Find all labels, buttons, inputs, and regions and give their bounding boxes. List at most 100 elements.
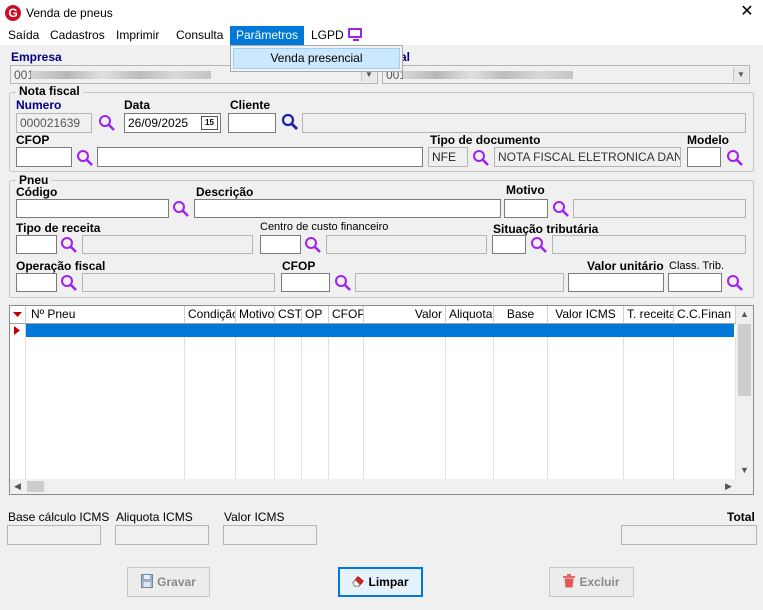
grid-col-line <box>494 337 548 479</box>
data-value: 26/09/2025 <box>128 116 189 130</box>
grid-col-t-receita[interactable]: T. receita <box>624 306 674 324</box>
grid-col-valor-icms[interactable]: Valor ICMS <box>548 306 624 324</box>
sort-down-icon[interactable] <box>10 306 26 323</box>
modelo-field[interactable] <box>687 147 721 167</box>
codigo-field[interactable] <box>16 199 169 218</box>
menu-cadastros[interactable]: Cadastros <box>44 26 111 45</box>
base-calculo-field <box>7 525 101 545</box>
search-icon[interactable] <box>60 236 78 254</box>
grid-col-n-pneu[interactable]: Nº Pneu <box>26 306 185 324</box>
search-icon[interactable] <box>334 274 352 292</box>
menu-lgpd[interactable]: LGPD <box>305 26 350 45</box>
grid-col-line <box>26 337 185 479</box>
situacao-tributaria-field[interactable] <box>492 235 526 254</box>
horizontal-scrollbar[interactable]: ◀ ▶ <box>10 479 753 494</box>
trash-icon <box>563 574 576 588</box>
scroll-up-icon[interactable]: ▲ <box>736 306 753 323</box>
redacted-text <box>31 71 211 79</box>
search-icon[interactable] <box>60 274 78 292</box>
cliente-label: Cliente <box>230 98 271 112</box>
nota-fiscal-legend: Nota fiscal <box>16 84 83 98</box>
horizontal-scroll-thumb[interactable] <box>27 481 44 492</box>
filial-combo[interactable]: 001 ▼ <box>382 65 750 84</box>
codigo-label: Código <box>16 185 58 199</box>
descricao-label: Descrição <box>196 185 254 199</box>
items-grid[interactable]: Nº Pneu Condição Motivo CST OP CFOP Valo… <box>9 305 754 495</box>
scroll-down-icon[interactable]: ▼ <box>736 462 753 479</box>
cliente-code-field[interactable] <box>228 113 276 133</box>
search-icon[interactable] <box>304 236 322 254</box>
cfop-desc-field[interactable] <box>97 147 423 167</box>
search-icon[interactable] <box>530 236 548 254</box>
data-field[interactable]: 26/09/2025 15 <box>124 113 221 133</box>
search-icon[interactable] <box>726 149 744 167</box>
grid-indicator-header[interactable] <box>10 306 26 324</box>
operacao-fiscal-desc <box>82 273 275 292</box>
motivo-field[interactable] <box>504 199 548 218</box>
valor-unitario-field[interactable] <box>568 273 664 292</box>
grid-col-op[interactable]: OP <box>302 306 329 324</box>
search-icon[interactable] <box>281 113 299 131</box>
tipo-documento-label: Tipo de documento <box>430 133 541 147</box>
calendar-icon[interactable]: 15 <box>201 116 218 130</box>
grid-col-motivo[interactable]: Motivo <box>236 306 275 324</box>
scroll-right-icon[interactable]: ▶ <box>721 479 736 494</box>
grid-col-line <box>185 337 236 479</box>
eraser-icon <box>352 576 365 587</box>
grid-col-line <box>624 337 674 479</box>
menu-venda-presencial[interactable]: Venda presencial <box>233 48 400 69</box>
current-row-indicator <box>10 324 26 337</box>
scroll-left-icon[interactable]: ◀ <box>10 479 25 494</box>
class-trib-label: Class. Trib. <box>669 260 725 272</box>
centro-custo-field[interactable] <box>260 235 301 254</box>
grid-col-aliquota[interactable]: Aliquota <box>446 306 494 324</box>
cfop-field[interactable] <box>16 147 72 167</box>
tipo-receita-label: Tipo de receita <box>16 221 101 235</box>
excluir-button[interactable]: Excluir <box>549 567 634 597</box>
menu-imprimir[interactable]: Imprimir <box>110 26 165 45</box>
grid-col-line <box>674 337 736 479</box>
search-icon[interactable] <box>552 200 570 218</box>
numero-field[interactable]: 000021639 <box>16 113 92 133</box>
tipo-documento-code[interactable]: NFE <box>428 147 468 167</box>
class-trib-field[interactable] <box>668 273 722 292</box>
vertical-scroll-thumb[interactable] <box>738 324 751 396</box>
grid-col-line <box>329 337 364 479</box>
grid-col-cst[interactable]: CST <box>275 306 302 324</box>
pneu-cfop-label: CFOP <box>282 259 316 273</box>
search-icon[interactable] <box>472 149 490 167</box>
grid-col-valor[interactable]: Valor <box>364 306 446 324</box>
motivo-desc-field <box>573 199 746 218</box>
pneu-cfop-field[interactable] <box>281 273 330 292</box>
base-calculo-label: Base cálculo ICMS <box>8 510 110 524</box>
situacao-tributaria-desc <box>552 235 746 254</box>
grid-col-line <box>548 337 624 479</box>
descricao-field[interactable] <box>194 199 501 218</box>
cfop-label: CFOP <box>16 133 50 147</box>
tipo-receita-field[interactable] <box>16 235 57 254</box>
close-icon[interactable]: ✕ <box>738 3 756 21</box>
grid-selected-row[interactable] <box>26 324 734 337</box>
search-icon[interactable] <box>726 274 744 292</box>
vertical-scrollbar[interactable]: ▲ ▼ <box>736 306 753 479</box>
cliente-name-field <box>302 113 746 133</box>
menu-parametros[interactable]: Parâmetros <box>230 26 304 45</box>
search-icon[interactable] <box>76 149 94 167</box>
grid-col-cc-finan[interactable]: C.C.Finan <box>674 306 736 324</box>
situacao-tributaria-label: Situação tributária <box>493 222 599 236</box>
menu-consulta[interactable]: Consulta <box>170 26 229 45</box>
menu-saida[interactable]: Saída <box>2 26 45 45</box>
total-field <box>621 525 757 545</box>
grid-col-base[interactable]: Base <box>494 306 548 324</box>
gravar-button[interactable]: Gravar <box>127 567 210 597</box>
monitor-icon[interactable] <box>348 28 362 38</box>
grid-col-cfop[interactable]: CFOP <box>329 306 364 324</box>
search-icon[interactable] <box>172 200 190 218</box>
valor-icms-field <box>223 525 317 545</box>
limpar-button[interactable]: Limpar <box>338 567 423 597</box>
search-icon[interactable] <box>98 114 116 132</box>
chevron-down-icon[interactable]: ▼ <box>733 67 748 82</box>
operacao-fiscal-field[interactable] <box>16 273 57 292</box>
valor-icms-label: Valor ICMS <box>224 510 285 524</box>
grid-col-condicao[interactable]: Condição <box>185 306 236 324</box>
